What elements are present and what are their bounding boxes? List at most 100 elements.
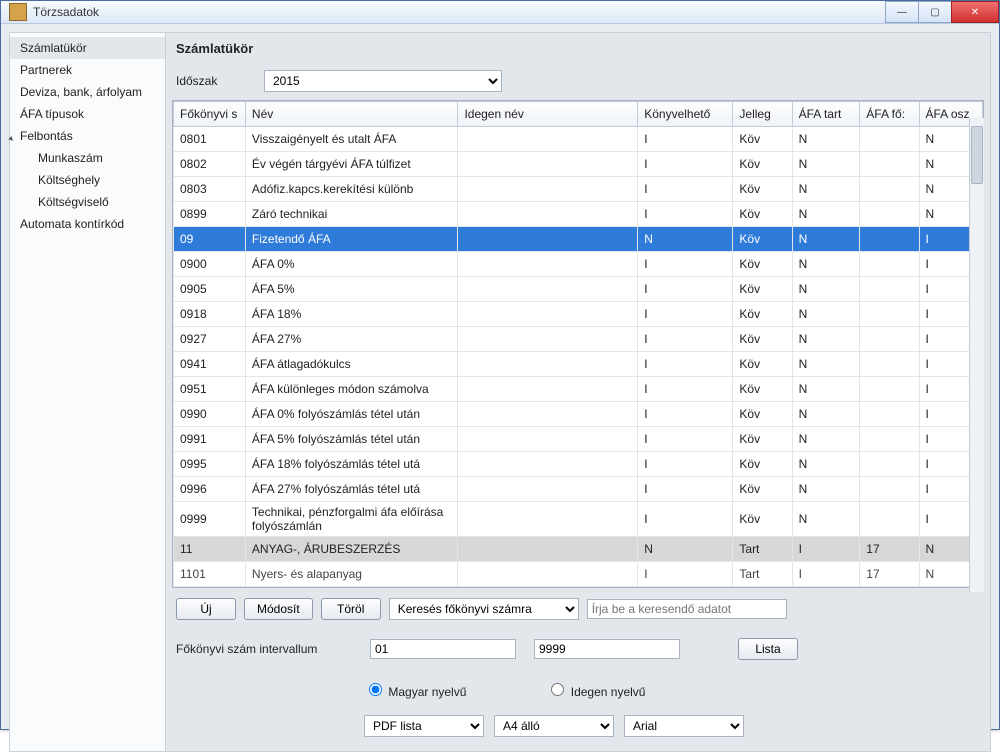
table-row[interactable]: 0941ÁFA átlagadókulcsIKövNI	[174, 352, 983, 377]
cell: ÁFA 5%	[245, 277, 458, 302]
table-row[interactable]: 11ANYAG-, ÁRUBESZERZÉSNTartI17N	[174, 537, 983, 562]
table-row[interactable]: 0918ÁFA 18%IKövNI	[174, 302, 983, 327]
cell	[860, 427, 919, 452]
cell	[458, 327, 638, 352]
scroll-thumb[interactable]	[971, 126, 983, 184]
lang-for-radio[interactable]: Idegen nyelvű	[546, 680, 645, 699]
cell: Köv	[733, 202, 792, 227]
lang-hu-label: Magyar nyelvű	[388, 685, 466, 699]
cell	[860, 352, 919, 377]
sidebar-item-8[interactable]: Automata kontírkód	[10, 213, 165, 235]
table-row[interactable]: 0995ÁFA 18% folyószámlás tétel utáIKövNI	[174, 452, 983, 477]
table-row[interactable]: 0802Év végén tárgyévi ÁFA túlfizetIKövNN	[174, 152, 983, 177]
orientation-select[interactable]: A4 álló	[494, 715, 614, 737]
close-button[interactable]: ✕	[951, 1, 999, 23]
col-header-3[interactable]: Könyvelhető	[638, 102, 733, 127]
cell: ÁFA 18% folyószámlás tétel utá	[245, 452, 458, 477]
account-grid[interactable]: Főkönyvi sNévIdegen névKönyvelhetőJelleg…	[172, 100, 984, 588]
col-header-0[interactable]: Főkönyvi s	[174, 102, 246, 127]
delete-button[interactable]: Töröl	[321, 598, 381, 620]
grid-scrollbar[interactable]	[969, 118, 984, 592]
cell	[458, 402, 638, 427]
maximize-button[interactable]: ▢	[918, 1, 952, 23]
cell	[458, 502, 638, 537]
cell	[458, 562, 638, 587]
sidebar-item-0[interactable]: Számlatükör	[10, 37, 165, 59]
lang-for-input[interactable]	[551, 683, 564, 696]
table-row[interactable]: 0927ÁFA 27%IKövNI	[174, 327, 983, 352]
col-header-5[interactable]: ÁFA tart	[792, 102, 860, 127]
sidebar-item-7[interactable]: Költségviselő	[10, 191, 165, 213]
cell: Köv	[733, 402, 792, 427]
table-row[interactable]: 0999Technikai, pénzforgalmi áfa előírása…	[174, 502, 983, 537]
cell: N	[792, 427, 860, 452]
cell: ÁFA különleges módon számolva	[245, 377, 458, 402]
col-header-2[interactable]: Idegen név	[458, 102, 638, 127]
period-select[interactable]: 2015	[264, 70, 502, 92]
table-row[interactable]: 1101Nyers- és alapanyagITartI17N	[174, 562, 983, 587]
cell: Köv	[733, 127, 792, 152]
new-button[interactable]: Új	[176, 598, 236, 620]
cell	[458, 452, 638, 477]
cell: I	[638, 402, 733, 427]
lang-hu-input[interactable]	[369, 683, 382, 696]
sidebar-item-6[interactable]: Költséghely	[10, 169, 165, 191]
cell: I	[638, 377, 733, 402]
cell: Köv	[733, 352, 792, 377]
format-select[interactable]: PDF lista	[364, 715, 484, 737]
window-title: Törzsadatok	[33, 5, 886, 19]
table-row[interactable]: 0900ÁFA 0%IKövNI	[174, 252, 983, 277]
interval-from-input[interactable]	[370, 639, 516, 659]
window-buttons: — ▢ ✕	[886, 1, 999, 23]
sidebar-item-4[interactable]: Felbontás	[10, 125, 165, 147]
cell: N	[792, 377, 860, 402]
table-row[interactable]: 0905ÁFA 5%IKövNI	[174, 277, 983, 302]
cell	[458, 537, 638, 562]
cell: Fizetendő ÁFA	[245, 227, 458, 252]
minimize-button[interactable]: —	[885, 1, 919, 23]
sidebar-item-5[interactable]: Munkaszám	[10, 147, 165, 169]
cell: 0801	[174, 127, 246, 152]
cell: 09	[174, 227, 246, 252]
sidebar-item-3[interactable]: ÁFA típusok	[10, 103, 165, 125]
font-select[interactable]: Arial	[624, 715, 744, 737]
col-header-1[interactable]: Név	[245, 102, 458, 127]
table-row[interactable]: 0990ÁFA 0% folyószámlás tétel utánIKövNI	[174, 402, 983, 427]
interval-to-input[interactable]	[534, 639, 680, 659]
cell: Tart	[733, 537, 792, 562]
search-input[interactable]	[587, 599, 787, 619]
cell: N	[792, 452, 860, 477]
table-row[interactable]: 0996ÁFA 27% folyószámlás tétel utáIKövNI	[174, 477, 983, 502]
cell: I	[638, 252, 733, 277]
cell: ÁFA 18%	[245, 302, 458, 327]
cell	[458, 352, 638, 377]
search-mode-select[interactable]: Keresés főkönyvi számra	[389, 598, 579, 620]
cell: ÁFA 0%	[245, 252, 458, 277]
list-button[interactable]: Lista	[738, 638, 798, 660]
table-row[interactable]: 0801Visszaigényelt és utalt ÁFAIKövNN	[174, 127, 983, 152]
table-row[interactable]: 0899Záró technikaiIKövNN	[174, 202, 983, 227]
col-header-6[interactable]: ÁFA fő:	[860, 102, 919, 127]
cell: N	[792, 402, 860, 427]
table-row[interactable]: 0803Adófiz.kapcs.kerekítési különbIKövNN	[174, 177, 983, 202]
cell: I	[638, 427, 733, 452]
col-header-4[interactable]: Jelleg	[733, 102, 792, 127]
cell: I	[638, 562, 733, 587]
cell: I	[638, 302, 733, 327]
cell	[458, 127, 638, 152]
table-row[interactable]: 0951ÁFA különleges módon számolvaIKövNI	[174, 377, 983, 402]
cell: Köv	[733, 227, 792, 252]
edit-button[interactable]: Módosít	[244, 598, 313, 620]
cell: I	[638, 502, 733, 537]
table-row[interactable]: 09Fizetendő ÁFANKövNI	[174, 227, 983, 252]
cell: N	[792, 252, 860, 277]
sidebar-item-2[interactable]: Deviza, bank, árfolyam	[10, 81, 165, 103]
lang-hu-radio[interactable]: Magyar nyelvű	[364, 680, 466, 699]
table-row[interactable]: 0991ÁFA 5% folyószámlás tétel utánIKövNI	[174, 427, 983, 452]
cell: 0905	[174, 277, 246, 302]
cell: Visszaigényelt és utalt ÁFA	[245, 127, 458, 152]
cell	[458, 302, 638, 327]
list-options: PDF lista A4 álló Arial	[364, 715, 980, 737]
cell: N	[792, 127, 860, 152]
sidebar-item-1[interactable]: Partnerek	[10, 59, 165, 81]
